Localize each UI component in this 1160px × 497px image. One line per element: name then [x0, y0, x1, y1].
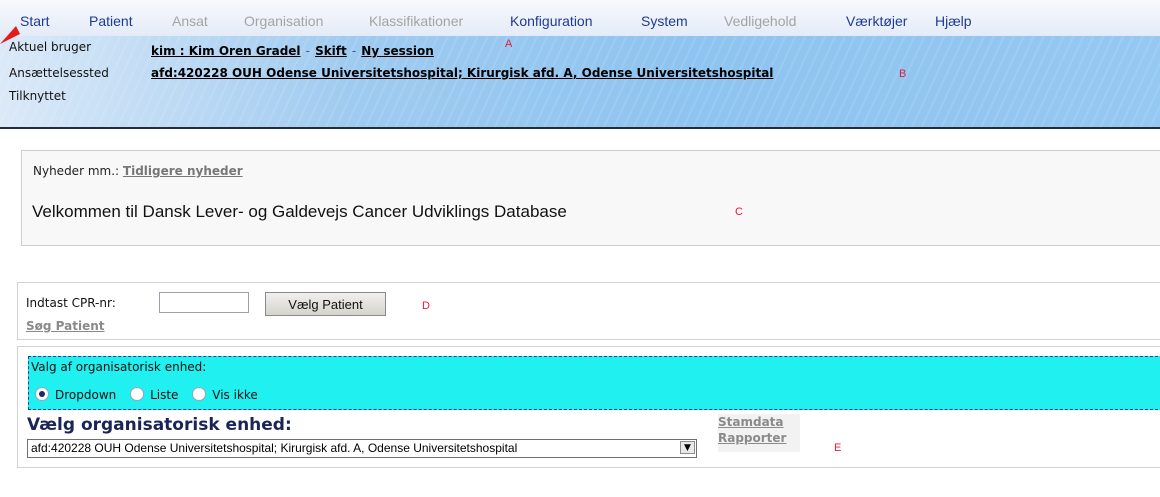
radio-vis-ikke-label: Vis ikke [212, 388, 258, 402]
radio-dropdown-label: Dropdown [55, 388, 117, 402]
org-unit-panel: Valg af organisatorisk enhed: Dropdown L… [17, 346, 1160, 468]
org-view-radios: Dropdown Liste Vis ikke [35, 387, 268, 402]
menu-klassifikationer: Klassifikationer [369, 13, 464, 29]
radio-liste-label: Liste [150, 388, 179, 402]
news-panel: Nyheder mm.: Tidligere nyheder Velkommen… [21, 150, 1160, 246]
marker-b: B [899, 68, 907, 80]
marker-e: E [834, 442, 842, 454]
menu-vaerktoejer[interactable]: Værktøjer [846, 12, 907, 30]
org-unit-heading: Vælg organisatorisk enhed: [27, 415, 292, 435]
marker-d: D [422, 300, 430, 312]
employment-label: Ansættelsessted [9, 66, 109, 80]
menu-vedligehold: Vedligehold [724, 13, 797, 29]
rapporter-link[interactable]: Rapporter [718, 430, 800, 446]
session-header: Aktuel bruger kim : Kim Oren Gradel - Sk… [0, 36, 1160, 129]
marker-c: C [735, 206, 743, 218]
select-patient-button[interactable]: Vælg Patient [265, 292, 386, 316]
stamdata-link[interactable]: Stamdata [718, 414, 800, 430]
org-view-choice: Valg af organisatorisk enhed: Dropdown L… [28, 356, 1160, 410]
separator: - [351, 44, 357, 58]
new-session-link[interactable]: Ny session [361, 44, 434, 58]
chevron-down-icon[interactable]: ▼ [680, 441, 695, 454]
employment-link[interactable]: afd:420228 OUH Odense Universitetshospit… [151, 66, 773, 80]
news-label: Nyheder mm.: [33, 164, 120, 178]
current-user-link[interactable]: kim : Kim Oren Gradel [151, 44, 301, 58]
main-menu-bar: Start Patient Ansat Organisation Klassif… [0, 0, 1160, 36]
org-unit-select[interactable]: afd:420228 OUH Odense Universitetshospit… [27, 439, 697, 458]
menu-system[interactable]: System [641, 12, 688, 30]
previous-news-link[interactable]: Tidligere nyheder [123, 164, 243, 178]
radio-liste[interactable] [130, 387, 145, 401]
org-choice-title: Valg af organisatorisk enhed: [31, 360, 207, 374]
search-patient-link[interactable]: Søg Patient [26, 319, 105, 333]
welcome-message: Velkommen til Dansk Lever- og Galdevejs … [32, 202, 567, 221]
radio-dropdown[interactable] [35, 387, 49, 401]
news-line: Nyheder mm.: Tidligere nyheder [33, 164, 243, 178]
radio-vis-ikke[interactable] [192, 387, 207, 401]
menu-hjaelp[interactable]: Hjælp [935, 12, 972, 30]
menu-ansat: Ansat [172, 13, 208, 29]
menu-organisation: Organisation [244, 13, 324, 29]
cpr-label: Indtast CPR-nr: [26, 296, 116, 310]
current-user-line: kim : Kim Oren Gradel - Skift - Ny sessi… [151, 40, 434, 59]
org-unit-select-value: afd:420228 OUH Odense Universitetshospit… [31, 441, 518, 455]
separator: - [305, 44, 310, 58]
switch-user-link[interactable]: Skift [315, 44, 347, 58]
org-side-links: Stamdata Rapporter [718, 414, 800, 452]
patient-select-panel: Indtast CPR-nr: Vælg Patient D Søg Patie… [17, 282, 1160, 340]
menu-patient[interactable]: Patient [89, 12, 133, 30]
menu-start[interactable]: Start [20, 12, 50, 30]
attached-label: Tilknyttet [9, 89, 66, 103]
cpr-input[interactable] [159, 292, 249, 313]
menu-konfiguration[interactable]: Konfiguration [510, 12, 593, 30]
marker-a: A [505, 38, 513, 50]
red-arrow-icon [0, 26, 20, 44]
